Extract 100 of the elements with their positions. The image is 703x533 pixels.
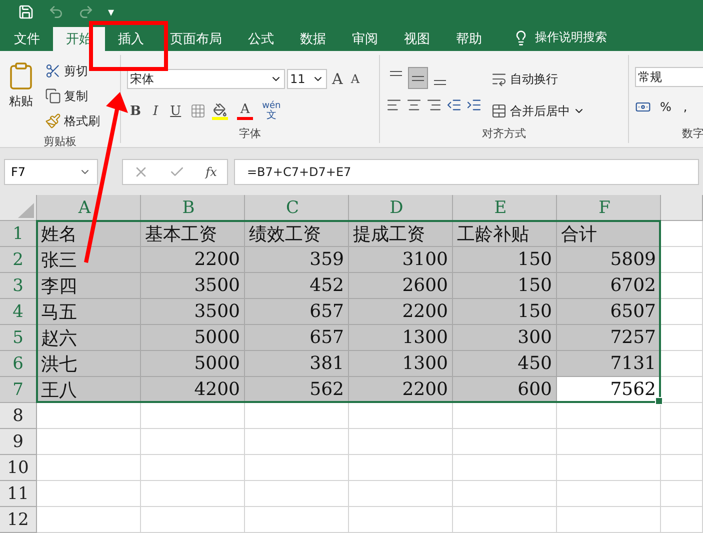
cut-button[interactable]: 剪切 — [42, 59, 103, 83]
ribbon-tab[interactable]: 数据 — [287, 26, 339, 51]
align-lines-icon — [412, 76, 424, 80]
ribbon-tab[interactable]: 视图 — [391, 26, 443, 51]
phonetic-button[interactable]: wén 文 — [262, 102, 281, 120]
table-cell: 姓名 — [37, 221, 141, 247]
column-header[interactable]: E — [453, 195, 557, 221]
insert-function-button[interactable]: fx — [206, 165, 217, 179]
row-header[interactable]: 2 — [0, 247, 37, 273]
fill-color-icon[interactable] — [212, 102, 228, 120]
font-color-button[interactable]: A — [234, 99, 256, 123]
row-header[interactable]: 7 — [0, 377, 37, 403]
table-cell: 2600 — [349, 273, 453, 299]
align-right-icon[interactable] — [426, 97, 442, 113]
row-header[interactable]: 3 — [0, 273, 37, 299]
table-cell: 1300 — [349, 351, 453, 377]
table-cell: 7131 — [557, 351, 661, 377]
font-name-field[interactable]: 宋体 — [127, 69, 285, 89]
ribbon-tab[interactable]: 页面布局 — [157, 26, 235, 51]
paintbrush-icon — [45, 113, 61, 129]
table-cell — [661, 377, 703, 403]
table-cell: 600 — [453, 377, 557, 403]
italic-button[interactable]: I — [150, 99, 162, 123]
ribbon-tab[interactable]: 公式 — [235, 26, 287, 51]
ribbon-tab[interactable]: 审阅 — [339, 26, 391, 51]
ribbon-tab[interactable]: 帮助 — [443, 26, 495, 51]
table-cell: 657 — [245, 325, 349, 351]
table-cell: 657 — [245, 299, 349, 325]
font-size-field[interactable]: 11 — [287, 69, 327, 89]
table-cell: 1300 — [349, 325, 453, 351]
row-header[interactable]: 4 — [0, 299, 37, 325]
underline-button[interactable]: U — [167, 99, 184, 123]
name-box[interactable]: F7 — [4, 159, 98, 185]
table-cell: 562 — [245, 377, 349, 403]
vertical-align-button[interactable] — [408, 67, 428, 89]
align-center-icon[interactable] — [406, 97, 422, 113]
merge-center-button[interactable]: 合并后居中 — [488, 99, 588, 123]
paste-button[interactable]: 粘贴 — [6, 59, 36, 133]
column-header[interactable]: F — [557, 195, 661, 221]
table-cell: 马五 — [37, 299, 141, 325]
table-cell: 王八 — [37, 377, 141, 403]
row-header[interactable]: 11 — [0, 481, 37, 507]
row-header[interactable]: 9 — [0, 429, 37, 455]
bold-button[interactable]: B — [127, 99, 144, 123]
group-label: 对齐方式 — [481, 126, 527, 142]
column-header[interactable]: D — [349, 195, 453, 221]
format-painter-button[interactable]: 格式刷 — [42, 109, 103, 133]
table-cell: 李四 — [37, 273, 141, 299]
table-cell — [661, 247, 703, 273]
row-header[interactable]: 6 — [0, 351, 37, 377]
table-cell: 359 — [245, 247, 349, 273]
comma-button[interactable]: , — [680, 95, 690, 119]
increase-indent-icon[interactable] — [466, 97, 482, 113]
search-label[interactable]: 操作说明搜索 — [535, 29, 607, 46]
table-cell: 提成工资 — [349, 221, 453, 247]
table-cell: 合计 — [557, 221, 661, 247]
decrease-indent-icon[interactable] — [446, 97, 462, 113]
table-cell — [661, 455, 703, 481]
align-left-icon[interactable] — [386, 97, 402, 113]
table-cell: 2200 — [349, 377, 453, 403]
column-header[interactable]: A — [37, 195, 141, 221]
customize-toolbar-button[interactable]: ▾ — [108, 5, 114, 20]
table-cell: 6507 — [557, 299, 661, 325]
row-header[interactable]: 1 — [0, 221, 37, 247]
table-cell: 2200 — [349, 299, 453, 325]
formula-field[interactable]: =B7+C7+D7+E7 — [234, 159, 699, 185]
grow-font-button[interactable]: A — [329, 67, 346, 91]
table-cell: 3500 — [141, 273, 245, 299]
save-icon[interactable] — [18, 4, 34, 20]
row-header[interactable]: 12 — [0, 507, 37, 533]
ribbon-tab[interactable]: 插入 — [105, 26, 157, 51]
table-cell — [661, 221, 703, 247]
table-cell — [661, 481, 703, 507]
table-cell — [661, 351, 703, 377]
table-cell: 150 — [453, 247, 557, 273]
table-cell: 450 — [453, 351, 557, 377]
ribbon-tab[interactable]: 文件 — [1, 26, 53, 51]
align-lines-icon — [434, 80, 446, 85]
column-header[interactable]: C — [245, 195, 349, 221]
copy-icon — [45, 88, 61, 104]
percent-button[interactable]: % — [657, 95, 674, 119]
row-header[interactable]: 5 — [0, 325, 37, 351]
table-cell: 2200 — [141, 247, 245, 273]
borders-icon[interactable] — [190, 103, 206, 119]
number-format-field[interactable]: 常规 — [635, 67, 703, 87]
table-cell: 赵六 — [37, 325, 141, 351]
table-cell: 5000 — [141, 351, 245, 377]
table-cell: 381 — [245, 351, 349, 377]
table-cell: 452 — [245, 273, 349, 299]
table-cell: 300 — [453, 325, 557, 351]
wrap-text-button[interactable]: 自动换行 — [488, 67, 588, 91]
shrink-font-button[interactable]: A — [348, 67, 363, 91]
table-cell — [661, 299, 703, 325]
scissors-icon — [45, 63, 61, 79]
table-cell: 洪七 — [37, 351, 141, 377]
copy-button[interactable]: 复制 — [42, 84, 103, 108]
column-header[interactable]: B — [141, 195, 245, 221]
row-header[interactable]: 10 — [0, 455, 37, 481]
group-label: 剪贴板 — [42, 134, 78, 150]
row-header[interactable]: 8 — [0, 403, 37, 429]
